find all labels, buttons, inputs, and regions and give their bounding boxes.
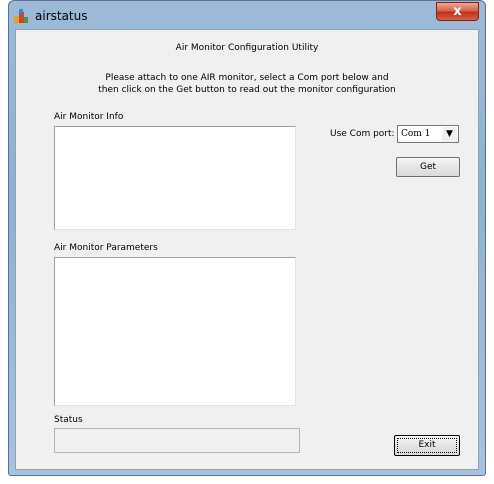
get-button-label: Get	[419, 162, 437, 172]
exit-button-label: Exit	[418, 440, 436, 450]
air-monitor-parameters-box[interactable]	[54, 257, 296, 406]
window-title: airstatus	[35, 9, 88, 23]
title-bar[interactable]: airstatus x	[9, 1, 485, 29]
app-icon	[14, 8, 28, 23]
air-monitor-parameters-label: Air Monitor Parameters	[54, 243, 158, 253]
application-window: airstatus x Air Monitor Configuration Ut…	[8, 0, 486, 476]
client-area: Air Monitor Configuration Utility Please…	[15, 29, 479, 470]
instruction-line-2: then click on the Get button to read out…	[98, 85, 396, 95]
instruction-line-1: Please attach to one AIR monitor, select…	[105, 73, 389, 83]
close-icon: x	[453, 4, 462, 19]
air-monitor-info-box[interactable]	[54, 126, 296, 230]
com-port-value: Com 1	[401, 129, 431, 139]
status-field	[54, 428, 300, 453]
status-label: Status	[54, 415, 83, 425]
com-port-select[interactable]: Com 1 ▼	[397, 125, 459, 143]
air-monitor-info-label: Air Monitor Info	[54, 112, 124, 122]
close-button[interactable]: x	[436, 2, 479, 21]
exit-button[interactable]: Exit	[394, 435, 460, 456]
com-port-label: Use Com port:	[330, 129, 395, 139]
utility-title: Air Monitor Configuration Utility	[175, 43, 319, 53]
chevron-down-icon[interactable]: ▼	[442, 127, 457, 142]
get-button[interactable]: Get	[396, 157, 460, 177]
